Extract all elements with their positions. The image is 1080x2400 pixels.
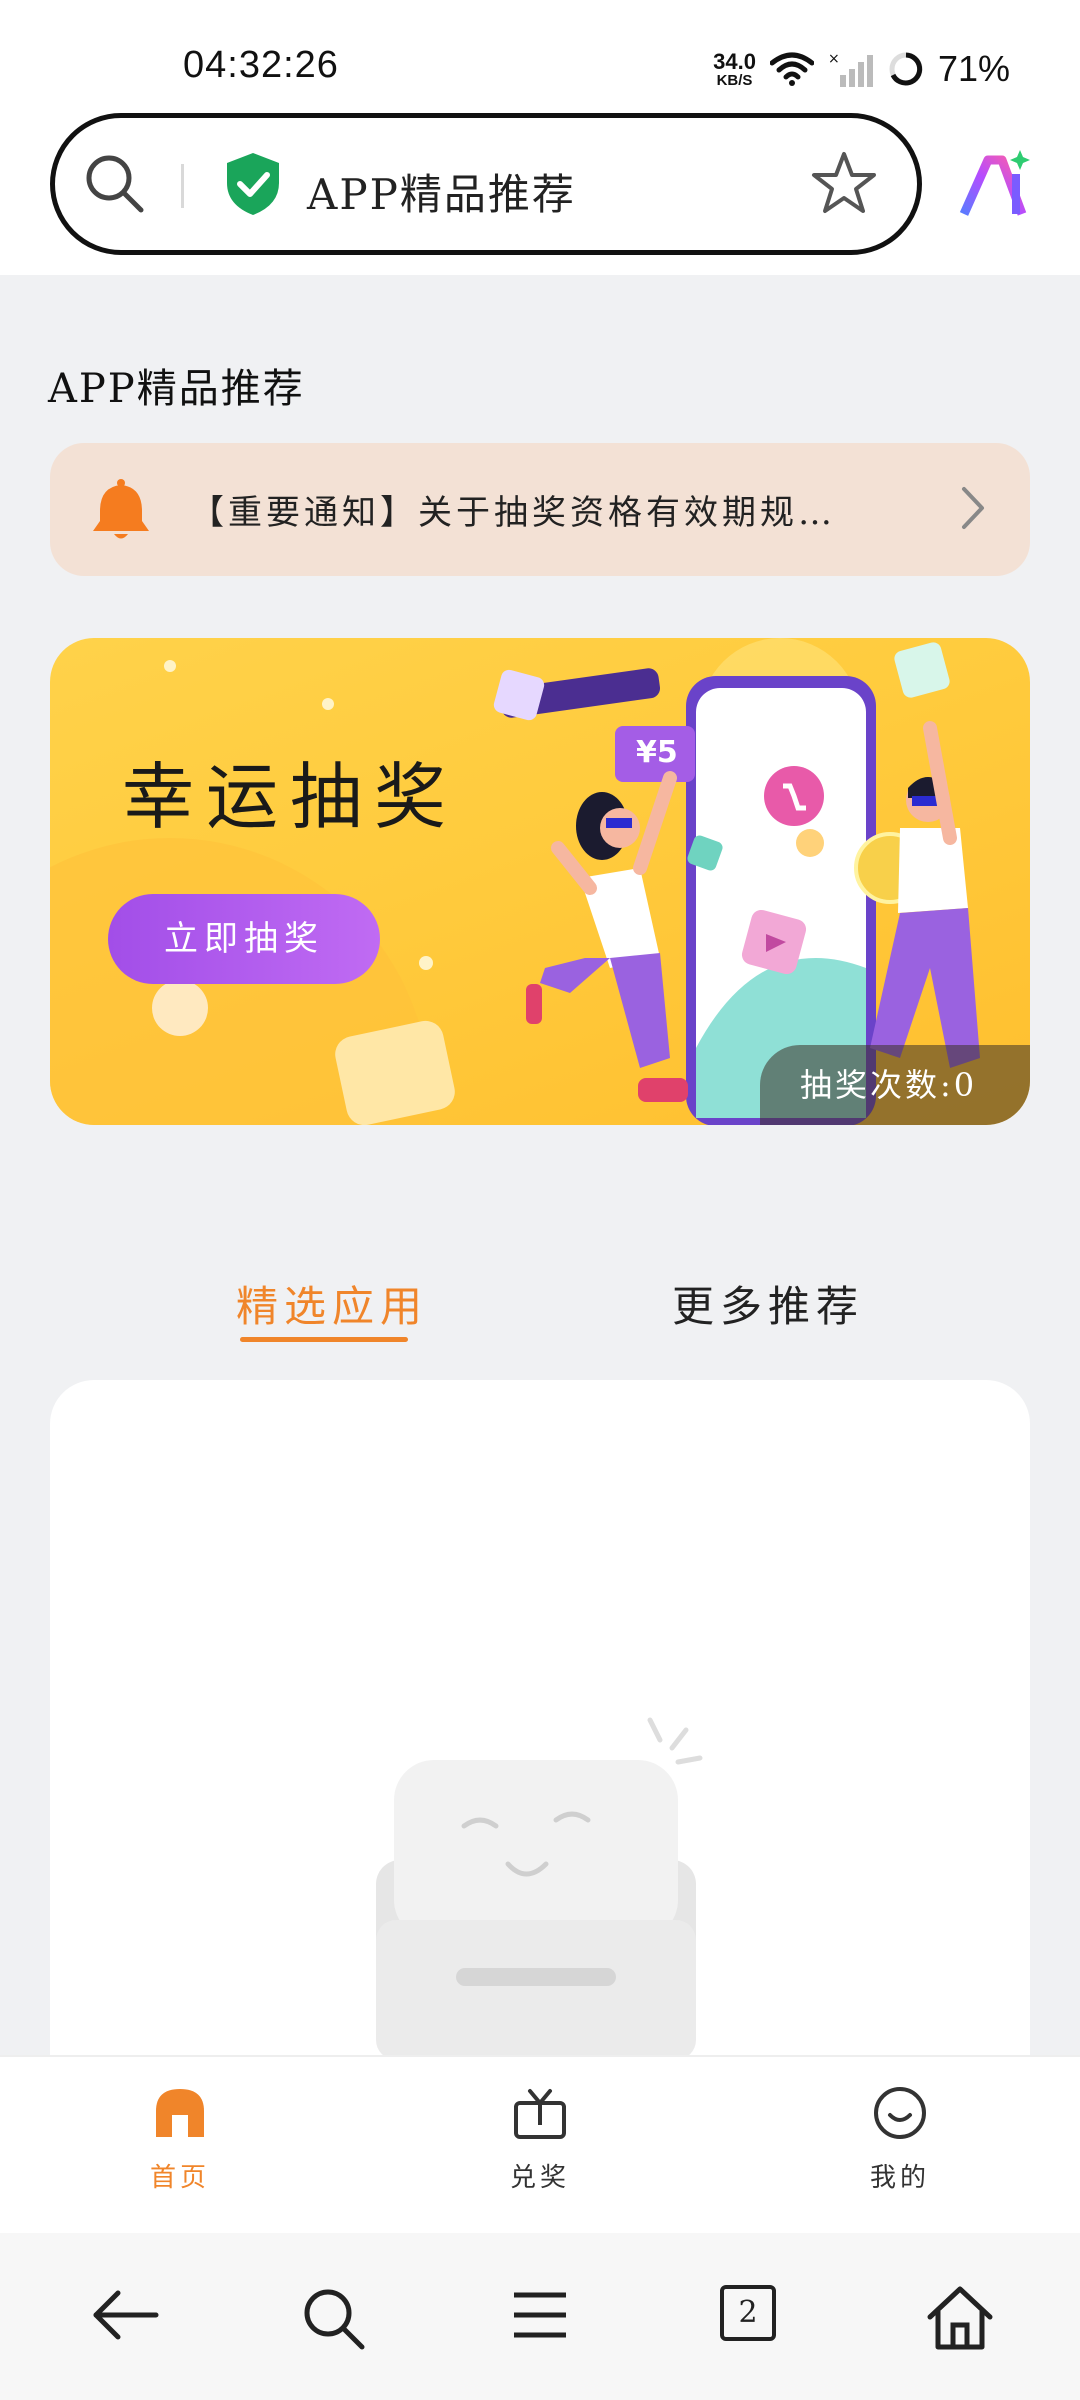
bell-icon xyxy=(93,479,149,539)
nav-mine-label: 我的 xyxy=(869,2163,930,2193)
search-icon[interactable] xyxy=(300,2285,366,2351)
empty-state-illustration xyxy=(376,1717,703,2060)
shield-check-icon xyxy=(227,153,279,215)
tab-featured-apps[interactable]: 精选应用 xyxy=(236,1273,428,1334)
smile-icon xyxy=(874,2087,926,2139)
network-speed-value: 34.0 xyxy=(713,48,756,74)
nav-mine[interactable]: 我的 xyxy=(810,2085,990,2194)
prize-box-icon xyxy=(514,2089,566,2139)
price-tag: ¥5 xyxy=(636,735,678,770)
back-icon[interactable] xyxy=(88,2285,160,2345)
draw-count: 抽奖次数:0 xyxy=(760,1045,1030,1125)
battery-ring-icon xyxy=(889,52,923,86)
home-icon[interactable] xyxy=(926,2285,994,2351)
nav-prize[interactable]: 兑奖 xyxy=(450,2085,630,2194)
address-bar[interactable]: APP精品推荐 xyxy=(50,113,922,255)
draw-now-button[interactable]: 立即抽奖 xyxy=(108,894,380,984)
status-indicators: 34.0 KB/S × 71% xyxy=(713,48,1010,90)
content-tabs: 精选应用 更多推荐 xyxy=(0,1265,1080,1345)
app-list-card xyxy=(50,1380,1030,2080)
wifi-icon xyxy=(769,52,814,86)
notice-text: 【重要通知】关于抽奖资格有效期规… xyxy=(190,493,836,533)
address-title: APP精品推荐 xyxy=(307,170,576,219)
signal-icon: × xyxy=(828,51,873,87)
network-speed-unit: KB/S xyxy=(716,71,753,89)
browser-address-area: APP精品推荐 xyxy=(0,110,1080,275)
banner-title: 幸运抽奖 xyxy=(122,755,459,839)
ai-assistant-icon[interactable] xyxy=(958,148,1034,224)
lottery-banner[interactable]: ¥5 幸运抽奖 立即抽奖 抽奖次数:0 xyxy=(50,638,1030,1125)
bottom-navigation: 首页 兑奖 我的 xyxy=(0,2055,1080,2233)
nav-home[interactable]: 首页 xyxy=(90,2085,270,2194)
star-icon[interactable] xyxy=(811,150,877,216)
status-time: 04:32:26 xyxy=(183,44,339,86)
search-icon[interactable] xyxy=(83,152,147,216)
page-title: APP精品推荐 xyxy=(48,366,305,412)
menu-icon[interactable] xyxy=(512,2285,568,2345)
battery-percent: 71% xyxy=(937,48,1010,89)
network-speed: 34.0 KB/S xyxy=(713,48,756,89)
svg-text:×: × xyxy=(828,51,840,67)
tab-more-recommendations[interactable]: 更多推荐 xyxy=(672,1273,864,1334)
nav-home-label: 首页 xyxy=(149,2163,210,2193)
address-divider xyxy=(181,164,184,208)
active-tab-indicator xyxy=(240,1337,408,1342)
home-icon xyxy=(156,2089,204,2137)
status-bar: 04:32:26 34.0 KB/S × 71% xyxy=(0,0,1080,110)
tabs-icon[interactable]: 2 xyxy=(720,2285,776,2341)
browser-toolbar: 2 xyxy=(0,2233,1080,2400)
chevron-right-icon[interactable] xyxy=(956,483,990,533)
tab-count: 2 xyxy=(720,2285,776,2341)
nav-prize-label: 兑奖 xyxy=(509,2163,570,2193)
notice-banner[interactable]: 【重要通知】关于抽奖资格有效期规… xyxy=(50,443,1030,576)
